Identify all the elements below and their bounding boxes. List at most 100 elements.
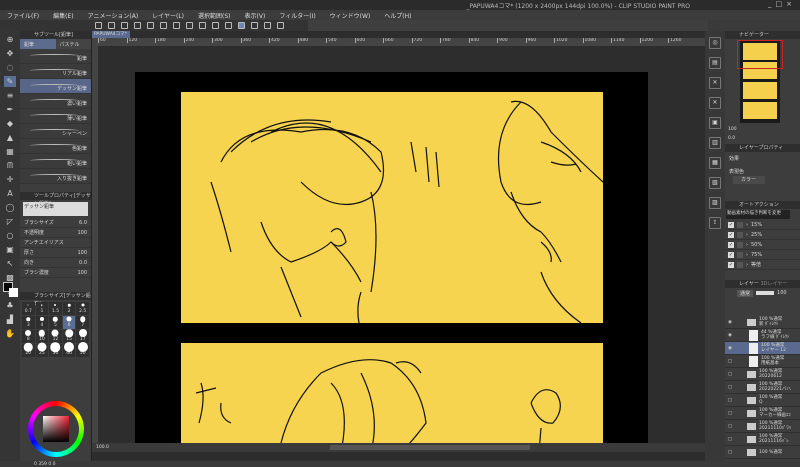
layer-row[interactable]: □ 100 %通常 Q	[725, 394, 800, 407]
brush-size-preset[interactable]: 5	[49, 316, 62, 329]
brush-item[interactable]: 色鉛筆	[20, 139, 91, 154]
layer-row[interactable]: □ 100 %通常 20220221バハ	[725, 381, 800, 394]
auto-action-set-dropdown[interactable]: 動画素材の描き判断を変更	[726, 210, 790, 219]
fill-tool-icon[interactable]: ✛	[4, 174, 16, 185]
tab-pastel[interactable]: パステル	[55, 39, 91, 49]
snap-grid-icon[interactable]	[251, 22, 258, 29]
visibility-toggle[interactable]: □	[725, 437, 735, 442]
material-icon-5[interactable]: ▥	[709, 137, 721, 149]
tool-property-row[interactable]: 厚さ 100	[20, 248, 91, 258]
brush-item[interactable]: リアル鉛筆	[20, 64, 91, 79]
brush-tool-icon[interactable]: ≡	[4, 90, 16, 101]
brush-size-preset[interactable]: 1	[35, 302, 49, 315]
clear-icon[interactable]	[173, 22, 180, 29]
brush-size-preset[interactable]: 7	[76, 316, 89, 329]
color-wheel[interactable]	[28, 401, 84, 457]
zoom-tool-icon[interactable]: ⊕	[4, 34, 16, 45]
document-tab[interactable]: PAPUWA4コマ*	[92, 31, 130, 38]
material-icon[interactable]: ▤	[709, 57, 721, 69]
airbrush-tool-icon[interactable]: ▲	[4, 132, 16, 143]
redo-icon[interactable]	[160, 22, 167, 29]
tab-pencil[interactable]: 鉛筆	[20, 39, 56, 49]
layer-row[interactable]: ◉ 100 %通常 レイヤー 12	[725, 342, 800, 355]
3d-layer-tab[interactable]: 3Dレイヤー	[760, 281, 787, 287]
open-icon[interactable]	[121, 22, 128, 29]
menu-window[interactable]: ウィンドウ(W)	[323, 10, 378, 20]
tool-property-row[interactable]: アンチエイリアス	[20, 238, 91, 248]
brush-size-preset[interactable]: 10	[35, 329, 49, 343]
close-button[interactable]: ×	[786, 0, 796, 8]
dialog-toggle[interactable]	[737, 251, 743, 258]
text-tool-icon[interactable]: A	[4, 188, 16, 199]
menu-selection[interactable]: 選択範囲(S)	[191, 10, 238, 20]
layer-row[interactable]: □ 100 %通常 20211110ﾊﾟﾜﾊ	[725, 420, 800, 433]
auto-action-item[interactable]: ✓ › 50%	[725, 240, 800, 250]
navigator-icon[interactable]: ◎	[709, 37, 721, 49]
expand-chevron-icon[interactable]: ›	[746, 262, 748, 268]
menu-view[interactable]: 表示(V)	[238, 10, 273, 20]
manga-page[interactable]	[135, 72, 648, 453]
eraser-tool-icon[interactable]: ◆	[4, 118, 16, 129]
undo-icon[interactable]	[147, 22, 154, 29]
stamp-tool-icon[interactable]: ▟	[4, 314, 16, 325]
display-color-dropdown[interactable]: カラー	[733, 176, 765, 184]
brush-item[interactable]: 鉛筆	[20, 49, 91, 64]
checkbox[interactable]: ✓	[728, 221, 734, 228]
frame-tool-icon[interactable]: ◸	[4, 216, 16, 227]
eye-icon[interactable]: ◉	[725, 320, 735, 325]
layer-row[interactable]: □ 100 %通常 20211116ﾊﾞﾚ	[725, 433, 800, 446]
correct-line-tool-icon[interactable]: ♣	[4, 300, 16, 311]
balloon-tool-icon[interactable]: ◯	[4, 202, 16, 213]
minimize-button[interactable]: _	[768, 0, 776, 8]
menu-help[interactable]: ヘルプ(H)	[377, 10, 418, 20]
dialog-toggle[interactable]	[737, 261, 743, 268]
auto-action-item[interactable]: ✓ › 等倍	[725, 260, 800, 270]
window-controls[interactable]: _□×	[768, 0, 796, 8]
auto-action-item[interactable]: ✓ › 75%	[725, 250, 800, 260]
brush-item[interactable]: 粗い鉛筆	[20, 154, 91, 169]
material-icon-2[interactable]: ✕	[709, 77, 721, 89]
lasso-tool-icon[interactable]: ◌	[4, 62, 16, 73]
brush-size-preset[interactable]: 2.5	[76, 302, 89, 315]
menu-filter[interactable]: フィルター(I)	[272, 10, 322, 20]
eye-icon[interactable]: ◉	[725, 346, 735, 351]
visibility-toggle[interactable]: □	[725, 385, 735, 390]
opacity-slider[interactable]	[756, 291, 775, 295]
crop-icon[interactable]	[199, 22, 206, 29]
visibility-toggle[interactable]: □	[725, 450, 735, 455]
layer-property-tab[interactable]: レイヤープロパティ	[725, 144, 800, 152]
expand-chevron-icon[interactable]: ›	[746, 232, 748, 238]
figure-tool-icon[interactable]: ○	[4, 230, 16, 241]
brush-item[interactable]: 薄い鉛筆	[20, 109, 91, 124]
brush-size-preset[interactable]: 50	[76, 342, 89, 357]
brush-size-preset[interactable]: 1.5	[49, 302, 62, 315]
help-icon[interactable]	[277, 22, 284, 29]
material-icon-4[interactable]: ▣	[709, 117, 721, 129]
layer-tab[interactable]: レイヤー 3Dレイヤー	[725, 280, 800, 288]
menu-layer[interactable]: レイヤー(L)	[145, 10, 191, 20]
layer-row[interactable]: □ 100 %通常	[725, 446, 800, 459]
opacity-value[interactable]: 100	[777, 290, 787, 296]
dialog-toggle[interactable]	[737, 221, 743, 228]
material-icon-8[interactable]: ▨	[709, 197, 721, 209]
brush-size-preset[interactable]: 6	[62, 316, 76, 329]
pen-tool-icon[interactable]: ✒	[4, 104, 16, 115]
decoration-tool-icon[interactable]: ▦	[4, 146, 16, 157]
transform-icon[interactable]	[212, 22, 219, 29]
move-tool-icon[interactable]: ✥	[4, 48, 16, 59]
brush-item[interactable]: 濃い鉛筆	[20, 94, 91, 109]
layer-row[interactable]: □ 100 %通常 マーカー線画ｴｺ	[725, 407, 800, 420]
layer-row[interactable]: ◉ 44 %通常 ラフ線 ﾀﾞｲﾚｸﾄ	[725, 329, 800, 342]
expand-chevron-icon[interactable]: ›	[746, 222, 748, 228]
brush-item[interactable]: デッサン鉛筆	[20, 79, 91, 94]
material-icon-7[interactable]: ▧	[709, 177, 721, 189]
brush-size-preset[interactable]: 30	[49, 342, 62, 357]
snap-ruler-icon[interactable]	[225, 22, 232, 29]
home-icon[interactable]	[95, 22, 102, 29]
pencil-tool-icon[interactable]: ✎	[4, 76, 16, 87]
material-icon-6[interactable]: ▦	[709, 157, 721, 169]
hand-tool-icon[interactable]: ✋	[4, 328, 16, 339]
brush-size-preset[interactable]: 2	[62, 302, 76, 315]
tool-property-row[interactable]: 不透明度 100	[20, 228, 91, 238]
visibility-toggle[interactable]: □	[725, 359, 735, 364]
